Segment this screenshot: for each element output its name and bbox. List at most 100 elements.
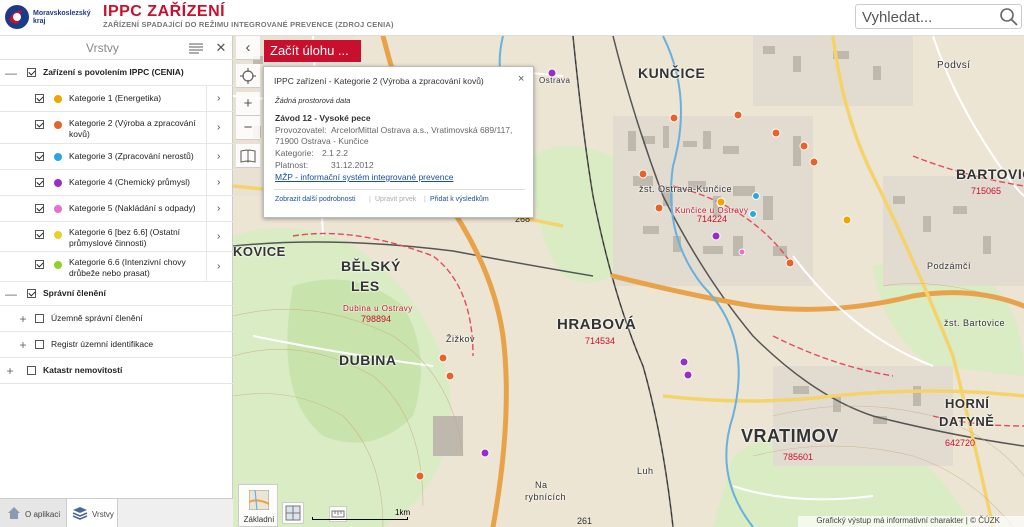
layer-checkbox[interactable] xyxy=(27,289,36,298)
expand-toggle[interactable]: + xyxy=(18,338,28,352)
layer-expand-chevron[interactable]: › xyxy=(206,222,233,251)
layer-checkbox[interactable] xyxy=(35,152,44,161)
layer-item-category-3[interactable]: Kategorie 3 (Zpracování nerostů) › xyxy=(0,144,233,170)
layer-checkbox[interactable] xyxy=(35,178,44,187)
layer-checkbox[interactable] xyxy=(35,120,44,129)
layer-item-category-1[interactable]: Kategorie 1 (Energetika) › xyxy=(0,86,233,112)
basemap-label: Základní xyxy=(243,515,275,524)
edit-feature-link[interactable]: Upravit prvek xyxy=(375,196,416,203)
place-label: Podzámčí xyxy=(927,261,972,271)
legend-dot-icon xyxy=(54,261,62,269)
search-input[interactable] xyxy=(862,8,992,26)
layer-checkbox[interactable] xyxy=(35,204,44,213)
place-label: LES xyxy=(351,278,380,294)
layer-checkbox[interactable] xyxy=(35,260,44,269)
layer-item-label: Kategorie 4 (Chemický průmysl) xyxy=(69,177,190,187)
zoom-out-button[interactable]: − xyxy=(236,116,260,140)
search-icon[interactable] xyxy=(999,7,1019,27)
facility-name: Závod 12 - Vysoké pece xyxy=(275,113,371,123)
show-details-link[interactable]: Zobrazit další podrobnosti xyxy=(275,196,356,203)
locate-button[interactable] xyxy=(236,64,260,88)
layer-checkbox[interactable] xyxy=(27,68,36,77)
layer-item-category-6-6[interactable]: Kategorie 6.6 (Intenzivní chovy drůbeže n… xyxy=(0,252,233,282)
layer-item-label: Registr územní identifikace xyxy=(51,339,154,349)
collapse-toggle[interactable]: — xyxy=(5,287,17,301)
layer-expand-chevron[interactable]: › xyxy=(206,112,233,143)
popup-no-data: Žádná prostorová data xyxy=(275,96,351,105)
layer-group-ippc[interactable]: — Zařízení s povolením IPPC (CENIA) xyxy=(0,60,233,86)
collapse-panel-button[interactable]: ‹ xyxy=(236,36,260,60)
chevron-right-icon: › xyxy=(217,122,221,133)
grid-map-icon xyxy=(285,505,301,521)
cadastre-code: 785601 xyxy=(783,452,814,462)
place-label: DUBINA xyxy=(339,352,397,368)
layer-expand-chevron[interactable]: › xyxy=(206,196,233,221)
layer-group-admin[interactable]: — Správní členění xyxy=(0,282,233,306)
layers-icon xyxy=(72,507,88,520)
legend-dot-icon xyxy=(54,179,62,187)
home-icon xyxy=(8,507,20,519)
zoom-in-button[interactable]: + xyxy=(236,92,260,116)
place-label: KOVICE xyxy=(233,244,286,259)
layer-group-label: Správní členění xyxy=(43,288,106,298)
place-label: žst. Bartovice xyxy=(944,318,1006,328)
panel-tabs: O aplikaci Vrstvy xyxy=(0,498,233,527)
layer-expand-chevron[interactable]: › xyxy=(206,144,233,169)
layer-item-label: Kategorie 6.6 (Intenzivní chovy drůbeže n… xyxy=(69,257,186,278)
bookmarks-button[interactable] xyxy=(236,144,260,168)
list-icon[interactable] xyxy=(189,42,203,54)
place-label: Dubina u Ostravy xyxy=(343,304,413,313)
feature-popup: IPPC zařízení - Kategorie 2 (Výroba a zp… xyxy=(263,66,534,218)
cadastre-code: 714534 xyxy=(585,336,616,346)
mzp-link[interactable]: MŽP - informační systém integrované prev… xyxy=(275,172,453,182)
legend-dot-icon xyxy=(54,153,62,161)
layer-checkbox[interactable] xyxy=(35,230,44,239)
map-attribution: Grafický výstup má informativní charakte… xyxy=(798,516,1024,527)
layer-expand-chevron[interactable]: › xyxy=(206,86,233,111)
layer-expand-chevron[interactable]: › xyxy=(206,252,233,281)
expand-toggle[interactable]: + xyxy=(5,364,15,378)
validity-label: Platnost: xyxy=(275,160,309,170)
legend-dot-icon xyxy=(54,205,62,213)
popup-divider xyxy=(274,189,525,190)
operator-value: 71900 Ostrava - Kunčice xyxy=(275,136,369,146)
search-box[interactable] xyxy=(855,4,1022,29)
layers-panel: Vrstvy ✕ — Zařízení s povolením IPPC (CE… xyxy=(0,36,233,527)
layer-item-label: Kategorie 5 (Nakládání s odpady) xyxy=(69,203,196,213)
layer-item-category-6[interactable]: Kategorie 6 [bez 6.6] (Ostatní průmyslové… xyxy=(0,222,233,252)
layer-checkbox[interactable] xyxy=(35,340,44,349)
layer-group-cadastre[interactable]: + Katastr nemovitostí xyxy=(0,358,233,384)
layer-item-admin-division[interactable]: + Územně správní členění xyxy=(0,306,233,332)
chevron-right-icon: › xyxy=(217,261,221,272)
start-task-button[interactable]: Začít úlohu ... xyxy=(264,40,361,62)
overview-map-button[interactable] xyxy=(282,502,304,524)
tab-about[interactable]: O aplikaci xyxy=(0,499,66,527)
chevron-right-icon: › xyxy=(217,93,221,104)
tab-layers[interactable]: Vrstvy xyxy=(66,499,118,527)
expand-toggle[interactable]: + xyxy=(18,312,28,326)
app-header: Moravskoslezský kraj IPPC ZAŘÍZENÍ ZAŘÍZ… xyxy=(0,0,1024,36)
region-logo-mark xyxy=(5,5,29,29)
close-panel-icon[interactable]: ✕ xyxy=(215,41,227,55)
layer-item-category-5[interactable]: Kategorie 5 (Nakládání s odpady) › xyxy=(0,196,233,222)
cadastre-code: 798894 xyxy=(361,314,392,324)
validity-value: 31.12.2012 xyxy=(331,160,374,170)
plus-icon: + xyxy=(243,95,253,112)
place-label: VRATIMOV xyxy=(741,426,839,446)
layer-item-category-2[interactable]: Kategorie 2 (Výroba a zpracování kovů) › xyxy=(0,112,233,144)
category-value: 2.1 2.2 xyxy=(322,148,348,158)
add-to-results-link[interactable]: Přidat k výsledkům xyxy=(430,196,489,203)
basemap-switcher[interactable]: Základní xyxy=(238,484,278,527)
layer-checkbox[interactable] xyxy=(27,366,36,375)
layer-item-category-4[interactable]: Kategorie 4 (Chemický průmysl) › xyxy=(0,170,233,196)
tab-label: O aplikaci xyxy=(25,510,61,519)
cadastre-code: 642720 xyxy=(945,438,976,448)
close-icon[interactable]: × xyxy=(518,73,524,85)
layer-item-ruian[interactable]: + Registr územní identifikace xyxy=(0,332,233,358)
layer-checkbox[interactable] xyxy=(35,94,44,103)
crosshair-icon xyxy=(240,68,256,84)
region-logo[interactable]: Moravskoslezský kraj xyxy=(3,3,97,31)
layer-checkbox[interactable] xyxy=(35,314,44,323)
collapse-toggle[interactable]: — xyxy=(5,66,17,80)
layer-expand-chevron[interactable]: › xyxy=(206,170,233,195)
